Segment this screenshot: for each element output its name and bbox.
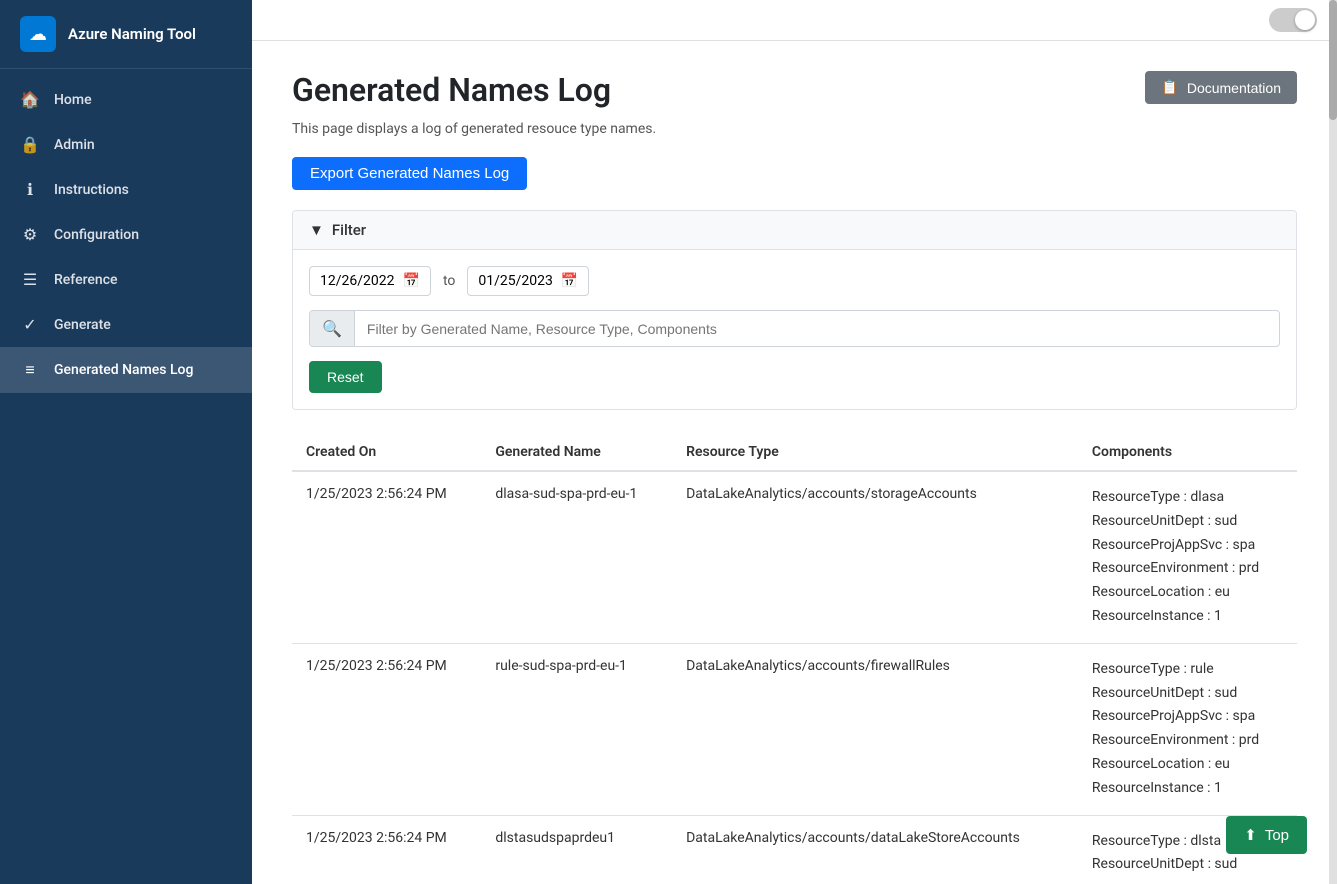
search-icon-box: 🔍: [310, 311, 355, 346]
col-created-on: Created On: [292, 434, 481, 471]
page-header: Generated Names Log 📋 Documentation: [292, 71, 1297, 109]
sidebar: ☁ Azure Naming Tool 🏠 Home 🔒 Admin ℹ Ins…: [0, 0, 252, 884]
sidebar-item-generate[interactable]: ✓ Generate: [0, 302, 252, 347]
documentation-button[interactable]: 📋 Documentation: [1145, 71, 1297, 104]
main-content: Generated Names Log 📋 Documentation This…: [252, 0, 1337, 884]
sidebar-item-configuration[interactable]: ⚙ Configuration: [0, 212, 252, 257]
cell-created-on: 1/25/2023 2:56:24 PM: [292, 471, 481, 643]
page-content: Generated Names Log 📋 Documentation This…: [252, 41, 1337, 884]
list-icon: ☰: [20, 270, 40, 289]
search-input[interactable]: [355, 313, 1279, 345]
top-button[interactable]: ⬆ Top: [1226, 816, 1307, 854]
sidebar-item-label: Generated Names Log: [54, 362, 193, 378]
cell-created-on: 1/25/2023 2:56:24 PM: [292, 643, 481, 815]
sidebar-item-label: Home: [54, 92, 92, 108]
topbar: [252, 0, 1337, 41]
table-body: 1/25/2023 2:56:24 PM dlasa-sud-spa-prd-e…: [292, 471, 1297, 884]
sidebar-item-label: Instructions: [54, 182, 129, 198]
sidebar-nav: 🏠 Home 🔒 Admin ℹ Instructions ⚙ Configur…: [0, 69, 252, 884]
app-logo: ☁: [20, 16, 56, 52]
cell-generated-name: rule-sud-spa-prd-eu-1: [481, 643, 672, 815]
sidebar-item-home[interactable]: 🏠 Home: [0, 77, 252, 122]
cell-resource-type: DataLakeAnalytics/accounts/storageAccoun…: [672, 471, 1078, 643]
log-icon: ≡: [20, 360, 40, 380]
col-generated-name: Generated Name: [481, 434, 672, 471]
col-resource-type: Resource Type: [672, 434, 1078, 471]
doc-icon: 📋: [1161, 79, 1178, 96]
sidebar-item-admin[interactable]: 🔒 Admin: [0, 122, 252, 167]
sidebar-item-label: Configuration: [54, 227, 139, 243]
sidebar-header: ☁ Azure Naming Tool: [0, 0, 252, 69]
table-header-row: Created On Generated Name Resource Type …: [292, 434, 1297, 471]
filter-header: ▼ Filter: [293, 211, 1296, 250]
sidebar-item-label: Admin: [54, 137, 95, 153]
cell-generated-name: dlstasudspaprdeu1: [481, 815, 672, 884]
filter-chevron-icon: ▼: [309, 221, 324, 239]
app-title: Azure Naming Tool: [68, 25, 196, 43]
search-icon: 🔍: [322, 319, 342, 338]
cloud-icon: ☁: [29, 24, 47, 45]
export-button[interactable]: Export Generated Names Log: [292, 157, 527, 190]
date-from-input[interactable]: 12/26/2022 📅: [309, 266, 431, 296]
cell-generated-name: dlasa-sud-spa-prd-eu-1: [481, 471, 672, 643]
scrollbar[interactable]: [1329, 0, 1337, 884]
info-icon: ℹ: [20, 180, 40, 199]
sidebar-item-label: Generate: [54, 317, 111, 333]
filter-label: Filter: [332, 221, 366, 239]
data-table: Created On Generated Name Resource Type …: [292, 434, 1297, 884]
page-title: Generated Names Log: [292, 71, 611, 109]
reset-button[interactable]: Reset: [309, 361, 382, 393]
table-row: 1/25/2023 2:56:24 PM rule-sud-spa-prd-eu…: [292, 643, 1297, 815]
home-icon: 🏠: [20, 90, 40, 109]
sidebar-item-reference[interactable]: ☰ Reference: [0, 257, 252, 302]
date-to-value: 01/25/2023: [478, 273, 553, 289]
cell-resource-type: DataLakeAnalytics/accounts/firewallRules: [672, 643, 1078, 815]
checkmark-icon: ✓: [20, 315, 40, 334]
calendar-from-icon[interactable]: 📅: [403, 273, 420, 289]
calendar-to-icon[interactable]: 📅: [561, 273, 578, 289]
date-from-value: 12/26/2022: [320, 273, 395, 289]
date-to-label: to: [443, 273, 455, 289]
arrow-up-icon: ⬆: [1244, 826, 1257, 844]
filter-section: ▼ Filter 12/26/2022 📅 to 01/25/2023 📅: [292, 210, 1297, 410]
lock-icon: 🔒: [20, 135, 40, 154]
scrollbar-thumb[interactable]: [1329, 0, 1337, 120]
table-head: Created On Generated Name Resource Type …: [292, 434, 1297, 471]
sidebar-item-generated-names-log[interactable]: ≡ Generated Names Log: [0, 347, 252, 393]
cell-components: ResourceType : rule ResourceUnitDept : s…: [1078, 643, 1297, 815]
theme-toggle[interactable]: [1269, 8, 1317, 32]
filter-body: 12/26/2022 📅 to 01/25/2023 📅 🔍 Reset: [293, 250, 1296, 409]
search-row: 🔍: [309, 310, 1280, 347]
col-components: Components: [1078, 434, 1297, 471]
table-row: 1/25/2023 2:56:24 PM dlstasudspaprdeu1 D…: [292, 815, 1297, 884]
page-subtitle: This page displays a log of generated re…: [292, 121, 1297, 137]
date-filter-row: 12/26/2022 📅 to 01/25/2023 📅: [309, 266, 1280, 296]
cell-components: ResourceType : dlasa ResourceUnitDept : …: [1078, 471, 1297, 643]
date-to-input[interactable]: 01/25/2023 📅: [467, 266, 589, 296]
table-row: 1/25/2023 2:56:24 PM dlasa-sud-spa-prd-e…: [292, 471, 1297, 643]
sidebar-item-instructions[interactable]: ℹ Instructions: [0, 167, 252, 212]
sidebar-item-label: Reference: [54, 272, 118, 288]
cell-resource-type: DataLakeAnalytics/accounts/dataLakeStore…: [672, 815, 1078, 884]
cell-created-on: 1/25/2023 2:56:24 PM: [292, 815, 481, 884]
gear-icon: ⚙: [20, 225, 40, 244]
